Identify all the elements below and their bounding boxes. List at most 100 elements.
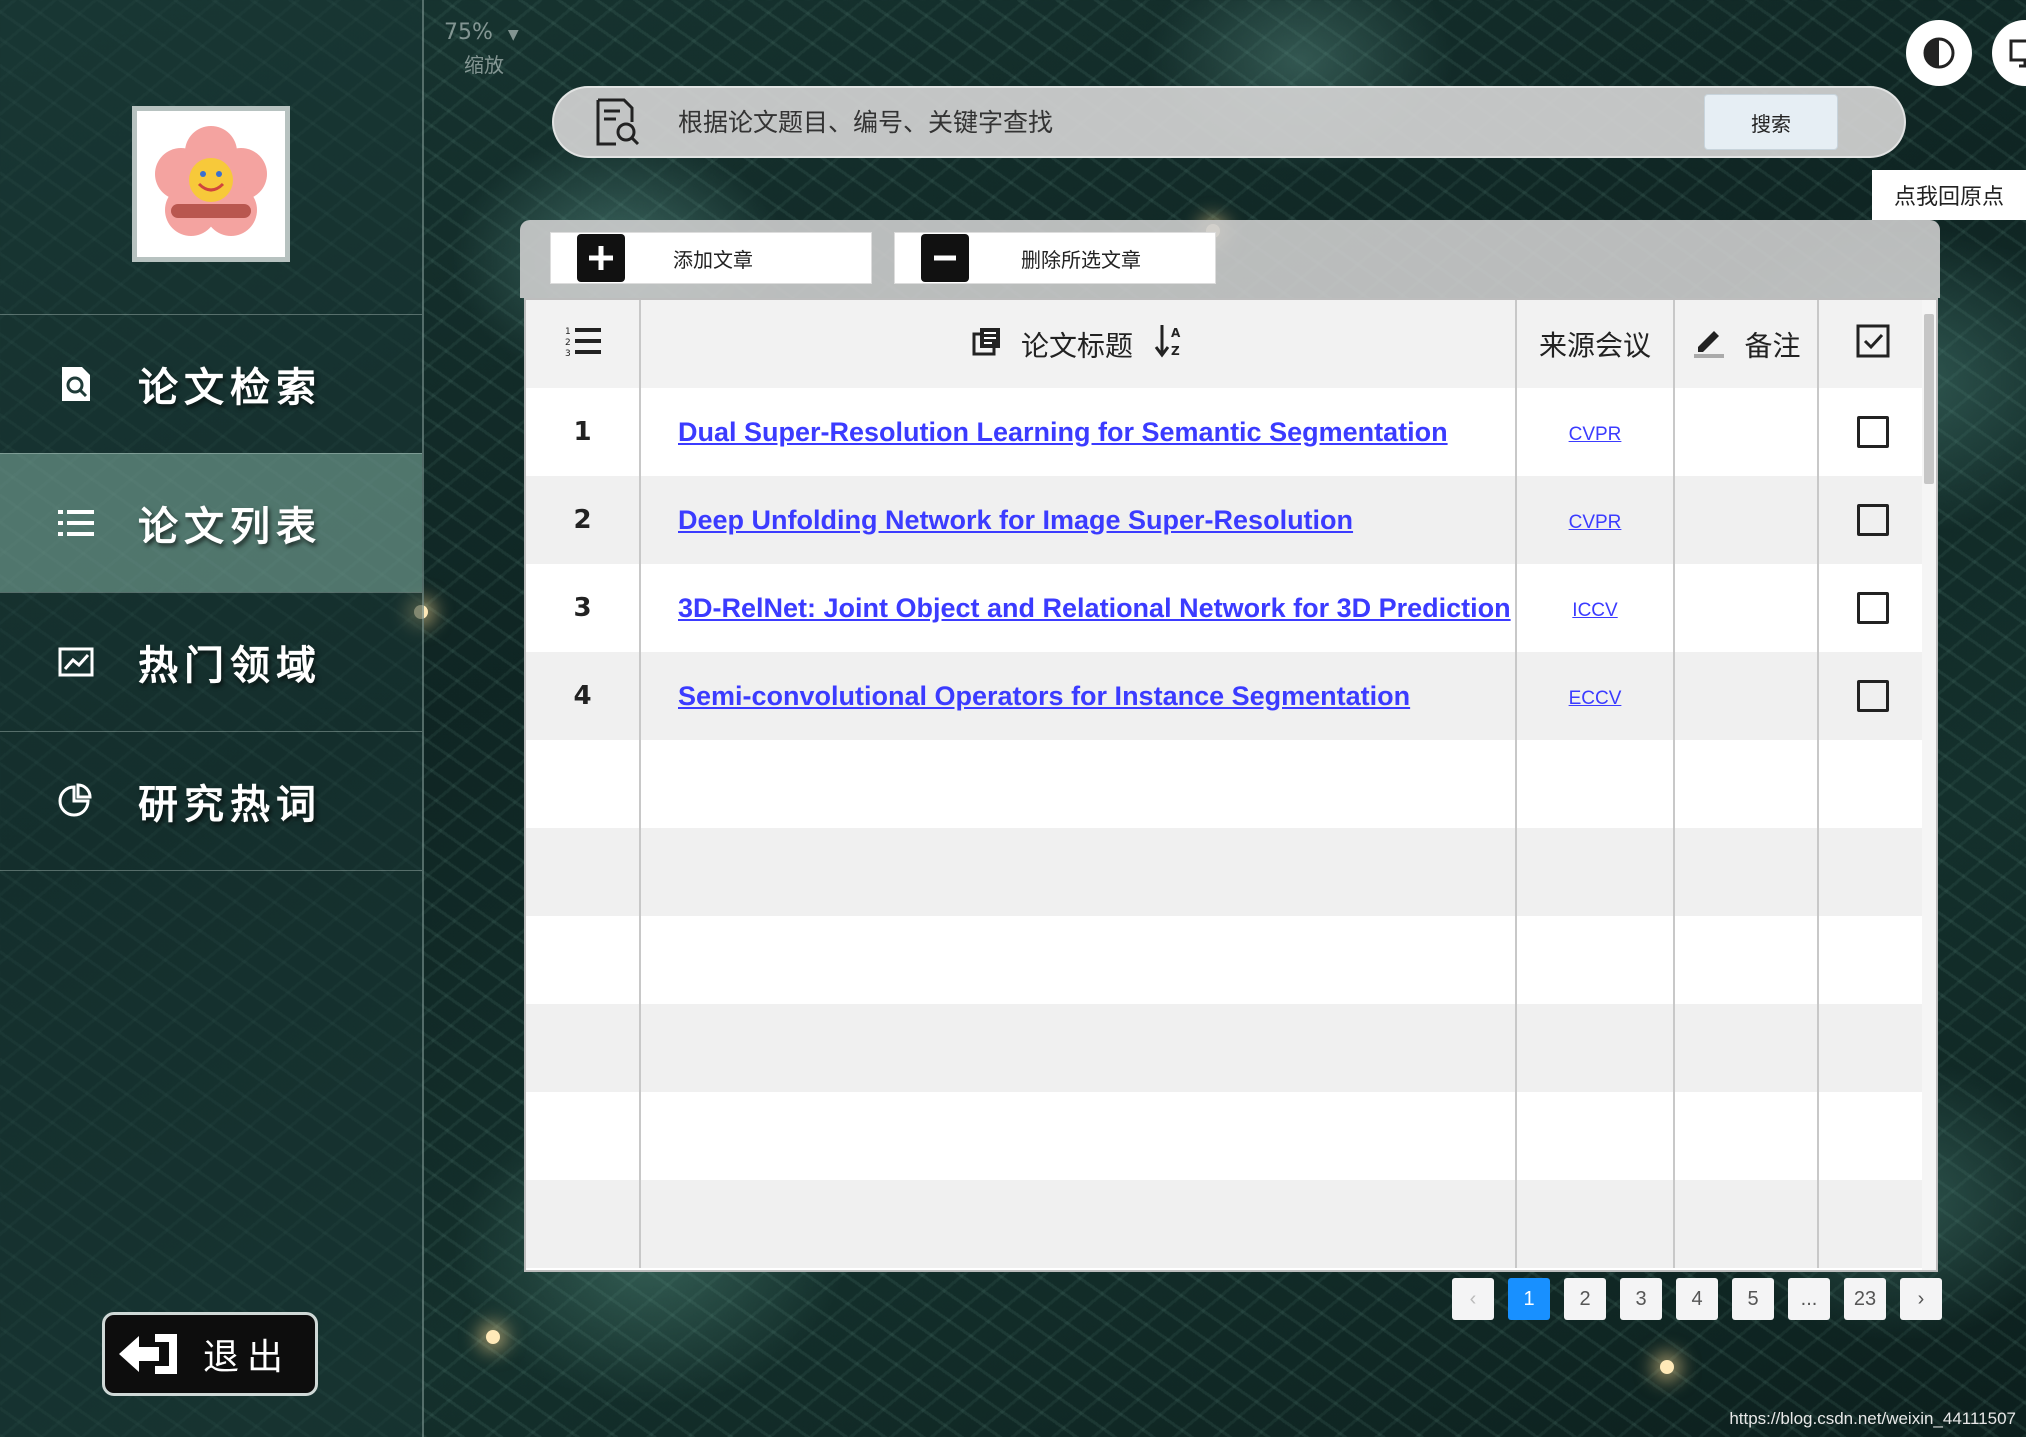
- line-chart-icon: [56, 642, 96, 682]
- paper-title-link[interactable]: 3D-RelNet: Joint Object and Relational N…: [678, 593, 1511, 623]
- watermark: https://blog.csdn.net/weixin_44111507: [1729, 1409, 2016, 1428]
- row-index: 1: [526, 388, 641, 476]
- checkbox-checked-icon: [1856, 324, 1889, 357]
- empty-row: [526, 1180, 1926, 1268]
- pie-chart-icon: [56, 781, 96, 821]
- empty-row: [526, 740, 1926, 828]
- svg-text:2: 2: [565, 338, 571, 348]
- next-page-button[interactable]: ›: [1900, 1278, 1942, 1320]
- search-button[interactable]: 搜索: [1704, 94, 1838, 150]
- chevron-down-icon: ▼: [507, 27, 519, 43]
- page-button-2[interactable]: 2: [1564, 1278, 1606, 1320]
- paper-table: 123 论文标题 AZ 来源会议 备注 1 Dual Super-Resolut…: [524, 298, 1938, 1272]
- chevron-left-icon: ‹: [1469, 1287, 1477, 1310]
- table-scrollbar[interactable]: [1922, 300, 1936, 1270]
- empty-row: [526, 916, 1926, 1004]
- display-button[interactable]: [1992, 20, 2026, 86]
- sidebar-item-label: 研究热词: [138, 781, 322, 828]
- empty-row: [526, 828, 1926, 916]
- svg-text:1: 1: [565, 327, 571, 337]
- fairy-light: [486, 1330, 500, 1344]
- page-button-4[interactable]: 4: [1676, 1278, 1718, 1320]
- logout-button[interactable]: 退出: [102, 1312, 318, 1396]
- row-index: 3: [526, 564, 641, 652]
- paper-title-link[interactable]: Dual Super-Resolution Learning for Seman…: [678, 417, 1448, 447]
- zoom-caption: 缩放: [464, 53, 504, 77]
- delete-selected-button[interactable]: 删除所选文章: [894, 232, 1216, 284]
- document-search-icon: [56, 364, 96, 404]
- table-row: 1 Dual Super-Resolution Learning for Sem…: [526, 388, 1926, 476]
- sidebar-item-hot-fields[interactable]: 热门领域: [0, 592, 422, 731]
- logout-label: 退出: [203, 1337, 292, 1378]
- monitor-icon: [2009, 39, 2026, 68]
- sidebar-item-label: 热门领域: [138, 642, 322, 689]
- search-input[interactable]: [676, 106, 1680, 138]
- table-row: 4 Semi-convolutional Operators for Insta…: [526, 652, 1926, 740]
- document-search-icon: [596, 98, 640, 146]
- ordered-list-icon: 123: [565, 327, 601, 359]
- title-header-label: 论文标题: [1020, 329, 1133, 362]
- sidebar: 论文检索 论文列表 热门领域 研究热词 退出: [0, 0, 424, 1437]
- contrast-icon: [1923, 37, 1955, 69]
- note-cell[interactable]: [1674, 388, 1819, 476]
- sidebar-item-paper-search[interactable]: 论文检索: [0, 314, 422, 453]
- paper-title-link[interactable]: Deep Unfolding Network for Image Super-R…: [678, 505, 1353, 535]
- page-ellipsis[interactable]: ...: [1788, 1278, 1830, 1320]
- sidebar-item-paper-list[interactable]: 论文列表: [0, 453, 422, 592]
- avatar[interactable]: [132, 106, 290, 262]
- conference-link[interactable]: CVPR: [1569, 424, 1622, 445]
- table-header-row: 123 论文标题 AZ 来源会议 备注: [526, 300, 1926, 388]
- scrollbar-thumb[interactable]: [1924, 314, 1934, 484]
- row-checkbox[interactable]: [1856, 592, 1889, 624]
- minus-icon: [921, 234, 969, 282]
- conference-link[interactable]: ECCV: [1569, 688, 1622, 709]
- empty-row: [526, 1092, 1926, 1180]
- note-cell[interactable]: [1674, 652, 1819, 740]
- conference-link[interactable]: ICCV: [1572, 600, 1617, 621]
- note-cell[interactable]: [1674, 564, 1819, 652]
- note-cell[interactable]: [1674, 476, 1819, 564]
- paper-title-link[interactable]: Semi-convolutional Operators for Instanc…: [678, 681, 1410, 711]
- empty-row: [526, 1004, 1926, 1092]
- zoom-control[interactable]: 75% ▼ 缩放: [444, 20, 519, 78]
- toolbar: 添加文章 删除所选文章: [520, 220, 1940, 298]
- zoom-value: 75%: [444, 20, 493, 45]
- chevron-right-icon: ›: [1917, 1287, 1925, 1310]
- theme-toggle-button[interactable]: [1906, 20, 1972, 86]
- table-row: 2 Deep Unfolding Network for Image Super…: [526, 476, 1926, 564]
- row-index: 4: [526, 652, 641, 740]
- delete-selected-label: 删除所选文章: [1021, 247, 1141, 272]
- add-article-button[interactable]: 添加文章: [550, 232, 872, 284]
- sidebar-item-research-keywords[interactable]: 研究热词: [0, 731, 422, 871]
- note-header-label: 备注: [1744, 329, 1801, 362]
- row-checkbox[interactable]: [1856, 416, 1889, 448]
- svg-text:Z: Z: [1171, 344, 1180, 358]
- conference-link[interactable]: CVPR: [1569, 512, 1622, 533]
- note-column-header: 备注: [1674, 300, 1819, 388]
- page-button-1[interactable]: 1: [1508, 1278, 1550, 1320]
- sidebar-item-label: 论文列表: [138, 503, 322, 550]
- library-books-icon: [972, 326, 1002, 363]
- search-bar: 搜索: [552, 86, 1906, 158]
- row-index: 2: [526, 476, 641, 564]
- select-all-checkbox[interactable]: [1818, 300, 1926, 388]
- back-to-origin-button[interactable]: 点我回原点: [1872, 170, 2026, 220]
- row-checkbox[interactable]: [1856, 680, 1889, 712]
- page-button-23[interactable]: 23: [1844, 1278, 1886, 1320]
- table-row: 3 3D-RelNet: Joint Object and Relational…: [526, 564, 1926, 652]
- row-checkbox[interactable]: [1856, 504, 1889, 536]
- list-icon: [56, 503, 96, 543]
- plus-icon: [577, 234, 625, 282]
- fairy-light: [1660, 1360, 1674, 1374]
- sort-alpha-icon[interactable]: AZ: [1154, 323, 1184, 366]
- add-article-label: 添加文章: [673, 247, 753, 272]
- edit-pencil-icon: [1692, 323, 1726, 366]
- sidebar-item-label: 论文检索: [138, 364, 322, 411]
- page-button-5[interactable]: 5: [1732, 1278, 1774, 1320]
- index-column-header: 123: [526, 300, 641, 388]
- flower-avatar-icon: [155, 126, 267, 236]
- page-button-3[interactable]: 3: [1620, 1278, 1662, 1320]
- svg-text:A: A: [1171, 326, 1181, 340]
- title-column-header[interactable]: 论文标题 AZ: [640, 300, 1517, 388]
- prev-page-button[interactable]: ‹: [1452, 1278, 1494, 1320]
